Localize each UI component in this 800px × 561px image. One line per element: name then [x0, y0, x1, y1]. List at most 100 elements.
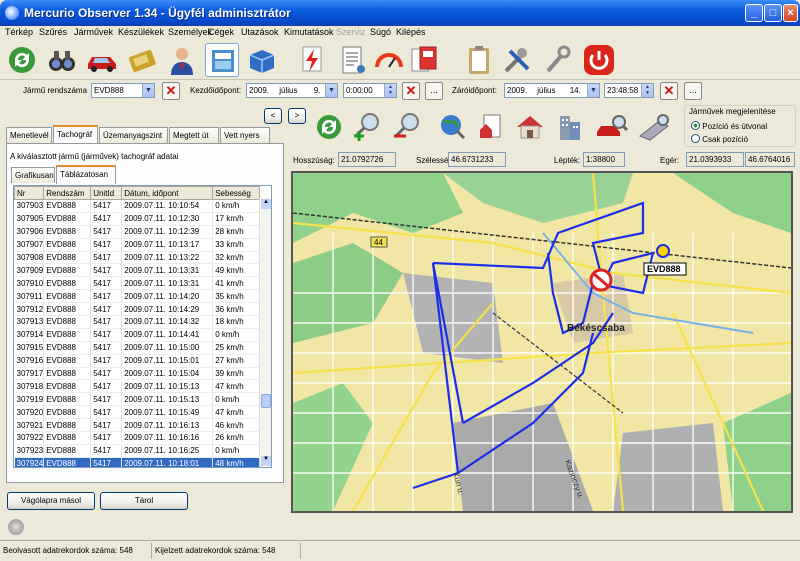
radio-position-route[interactable]: Pozíció és útvonal — [691, 121, 767, 131]
measure-icon[interactable] — [637, 110, 671, 144]
clear-end-button[interactable]: ✕ — [660, 82, 678, 100]
map-view[interactable]: 44 EVD888 Békéscsaba Kun u. Kazinczy u. — [291, 171, 793, 513]
col-nr[interactable]: Nr — [14, 186, 45, 200]
table-row[interactable]: 307903 EVD888 5417 2009.07.11. 10:10:54 0 km… — [14, 199, 261, 213]
col-rendszam[interactable]: Rendszám — [43, 186, 92, 200]
table-row[interactable]: 307922 EVD888 5417 2009.07.11. 10:16:16 26 k… — [14, 431, 261, 445]
vehicle-position-icon[interactable] — [656, 244, 670, 258]
tab-tachograf[interactable]: Tachográf — [53, 125, 98, 144]
menu-kilepes[interactable]: Kilépés — [396, 27, 426, 37]
table-row[interactable]: 307908 EVD888 5417 2009.07.11. 10:13:22 32 k… — [14, 251, 261, 265]
table-row[interactable]: 307910 EVD888 5417 2009.07.11. 10:13:31 41 k… — [14, 276, 261, 291]
clear-start-button[interactable]: ✕ — [402, 82, 420, 100]
menu-szemelyek[interactable]: Személyek — [168, 27, 212, 37]
menu-utazasok[interactable]: Utazások — [241, 27, 279, 37]
scroll-up-icon[interactable]: ▲ — [261, 199, 271, 209]
col-datum[interactable]: Dátum, időpont — [121, 186, 214, 200]
scroll-thumb[interactable] — [261, 394, 271, 408]
calendar-dropdown-icon[interactable]: ▼ — [325, 84, 337, 97]
gauge-icon[interactable] — [372, 43, 406, 77]
wrench-icon[interactable] — [540, 43, 574, 77]
table-row[interactable]: 307909 EVD888 5417 2009.07.11. 10:13:31 49 k… — [14, 263, 261, 278]
tachograph-table[interactable]: Nr Rendszám UnitId Dátum, időpont Sebess… — [13, 185, 272, 468]
zoom-in-icon[interactable] — [350, 110, 384, 144]
table-row[interactable]: 307907 EVD888 5417 2009.07.11. 10:13:17 33 k… — [14, 238, 261, 252]
menu-keszulekek[interactable]: Készülékek — [118, 27, 164, 37]
table-row[interactable]: 307918 EVD888 5417 2009.07.11. 10:15:13 47 k… — [14, 379, 261, 394]
car-icon[interactable] — [85, 43, 119, 77]
save-button[interactable]: Tárol — [100, 492, 188, 510]
scroll-down-icon[interactable]: ▼ — [261, 456, 271, 466]
table-row[interactable]: 307916 EVD888 5417 2009.07.11. 10:15:01 27 k… — [14, 354, 261, 368]
tab-menetlevel[interactable]: Menetlevél — [6, 127, 52, 143]
menu-cegek[interactable]: Cégek — [208, 27, 234, 37]
radio-position-only[interactable]: Csak pozíció — [691, 134, 748, 144]
map-canvas[interactable]: 44 EVD888 Békéscsaba Kun u. Kazinczy u. — [293, 173, 791, 511]
device-icon[interactable] — [125, 43, 159, 77]
start-date-picker[interactable]: 2009. július 9. ▼ — [246, 83, 338, 98]
table-row[interactable]: 307919 EVD888 5417 2009.07.11. 10:15:13 0 km… — [14, 392, 261, 407]
calendar-dropdown-icon[interactable]: ▼ — [587, 84, 599, 97]
end-date-picker[interactable]: 2009. július 14. ▼ — [504, 83, 600, 98]
clipboard-icon[interactable] — [462, 43, 496, 77]
refresh-icon[interactable] — [5, 43, 39, 77]
maximize-button[interactable]: □ — [764, 4, 782, 22]
zoom-out-icon[interactable] — [390, 110, 424, 144]
spinner-icon[interactable]: ▲ ▼ — [384, 84, 396, 97]
nav-right-button[interactable]: > — [288, 108, 306, 124]
table-row[interactable]: 307913 EVD888 5417 2009.07.11. 10:14:32 18 k… — [14, 315, 261, 329]
table-row[interactable]: 307905 EVD888 5417 2009.07.11. 10:12:30 17 k… — [14, 212, 261, 226]
table-row[interactable]: 307920 EVD888 5417 2009.07.11. 10:15:49 47 k… — [14, 405, 261, 420]
copy-clipboard-button[interactable]: Vágólapra másol — [7, 492, 95, 510]
menu-szures[interactable]: Szűrés — [39, 27, 67, 37]
settings-icon[interactable] — [8, 519, 24, 535]
menu-terkep[interactable]: Térkép — [5, 27, 33, 37]
company-icon[interactable] — [205, 43, 239, 77]
close-button[interactable]: × — [783, 4, 798, 22]
chevron-down-icon[interactable]: ▼ — [142, 84, 154, 97]
nav-left-button[interactable]: < — [264, 108, 282, 124]
end-time-input[interactable]: 23:48:58 ▲ ▼ — [604, 83, 654, 98]
subtab-tablazatosan[interactable]: Táblázatosan — [56, 165, 116, 184]
documents-icon[interactable] — [407, 43, 441, 77]
start-time-input[interactable]: 0:00:00 ▲ ▼ — [343, 83, 397, 98]
power-icon[interactable] — [582, 43, 616, 77]
table-scrollbar[interactable]: ▲ ▼ — [259, 198, 271, 467]
table-row[interactable]: 307923 EVD888 5417 2009.07.11. 10:16:25 0 km… — [14, 444, 261, 458]
menu-sugo[interactable]: Súgó — [370, 27, 391, 37]
tab-megtett-ut[interactable]: Megtett út — [169, 127, 219, 143]
col-sebesseg[interactable]: Sebesség — [212, 186, 261, 200]
col-unitid[interactable]: UnitId — [90, 186, 123, 200]
menu-jarmuvek[interactable]: Járművek — [74, 27, 113, 37]
home-icon[interactable] — [513, 110, 547, 144]
tab-vett-nyers[interactable]: Vett nyers — [220, 127, 270, 143]
globe-icon[interactable] — [436, 110, 470, 144]
table-row[interactable]: 307924 EVD888 5417 2009.07.11. 10:18:01 48 k… — [14, 457, 261, 467]
binoculars-icon[interactable] — [45, 43, 79, 77]
start-more-button[interactable]: ... — [425, 82, 443, 100]
person-icon[interactable] — [165, 43, 199, 77]
spinner-icon[interactable]: ▲ ▼ — [641, 84, 653, 97]
table-row[interactable]: 307917 EVD888 5417 2009.07.11. 10:15:04 39 k… — [14, 367, 261, 381]
table-row[interactable]: 307914 EVD888 5417 2009.07.11. 10:14:41 0 km… — [14, 328, 261, 342]
table-row[interactable]: 307911 EVD888 5417 2009.07.11. 10:14:20 35 k… — [14, 289, 261, 304]
map-refresh-icon[interactable] — [312, 110, 346, 144]
table-row[interactable]: 307912 EVD888 5417 2009.07.11. 10:14:29 36 k… — [14, 302, 261, 317]
tab-uzemanyagszint[interactable]: Üzemanyagszint — [99, 127, 168, 143]
radio-unchecked-icon[interactable] — [691, 134, 700, 143]
report-icon[interactable] — [335, 43, 369, 77]
subtab-grafikusan[interactable]: Grafikusan — [11, 167, 55, 183]
minimize-button[interactable]: _ — [745, 4, 763, 22]
radio-checked-icon[interactable] — [691, 121, 700, 130]
building-icon[interactable] — [553, 110, 587, 144]
table-row[interactable]: 307906 EVD888 5417 2009.07.11. 10:12:39 28 k… — [14, 225, 261, 239]
end-more-button[interactable]: ... — [684, 82, 702, 100]
table-row[interactable]: 307921 EVD888 5417 2009.07.11. 10:16:13 46 k… — [14, 418, 261, 433]
table-row[interactable]: 307915 EVD888 5417 2009.07.11. 10:15:00 25 k… — [14, 341, 261, 355]
map-report-icon[interactable] — [474, 110, 508, 144]
menu-kimutatasok[interactable]: Kimutatások — [284, 27, 334, 37]
clear-vehicle-button[interactable]: ✕ — [162, 82, 180, 100]
tools-icon[interactable] — [500, 43, 534, 77]
find-car-icon[interactable] — [595, 110, 629, 144]
vehicle-select[interactable]: EVD888 ▼ — [91, 83, 155, 98]
